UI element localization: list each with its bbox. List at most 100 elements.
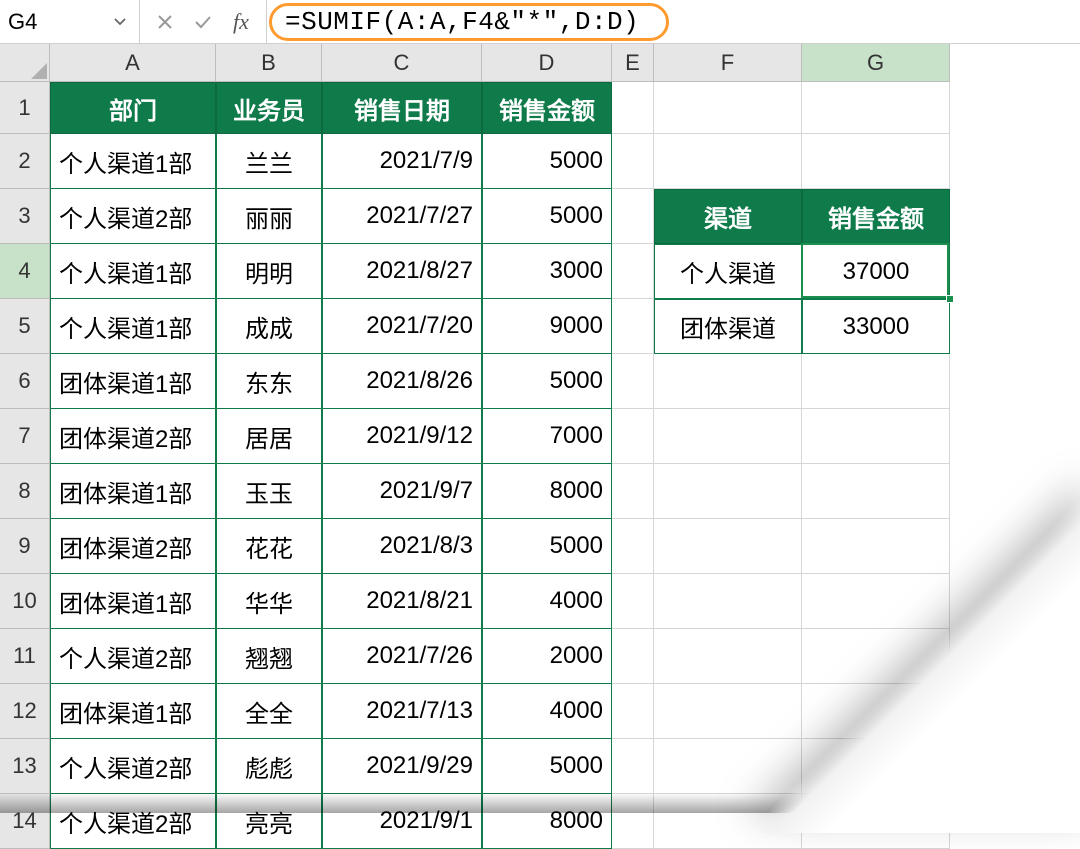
cell-A2[interactable]: 个人渠道1部 xyxy=(50,134,216,189)
cell-G7[interactable] xyxy=(802,409,950,464)
cell-E2[interactable] xyxy=(612,134,654,189)
select-all-corner[interactable] xyxy=(0,44,50,82)
cell-E6[interactable] xyxy=(612,354,654,409)
cell-A3[interactable]: 个人渠道2部 xyxy=(50,189,216,244)
row-header-14[interactable]: 14 xyxy=(0,794,50,849)
row-header-4[interactable]: 4 xyxy=(0,244,50,299)
cell-A11[interactable]: 个人渠道2部 xyxy=(50,629,216,684)
cell-G8[interactable] xyxy=(802,464,950,519)
cell-G11[interactable] xyxy=(802,629,950,684)
cell-B4[interactable]: 明明 xyxy=(216,244,322,299)
header-amount[interactable]: 销售金额 xyxy=(482,82,612,134)
cell-A5[interactable]: 个人渠道1部 xyxy=(50,299,216,354)
col-header-C[interactable]: C xyxy=(322,44,482,82)
cancel-button[interactable] xyxy=(147,6,183,38)
cell-F10[interactable] xyxy=(654,574,802,629)
cell-G4[interactable]: 37000 xyxy=(802,244,950,299)
cell-G6[interactable] xyxy=(802,354,950,409)
cell-G2[interactable] xyxy=(802,134,950,189)
cell-D12[interactable]: 4000 xyxy=(482,684,612,739)
fill-handle[interactable] xyxy=(946,295,954,303)
cell-F4[interactable]: 个人渠道 xyxy=(654,244,802,299)
cell-A10[interactable]: 团体渠道1部 xyxy=(50,574,216,629)
enter-button[interactable] xyxy=(185,6,221,38)
cell-D11[interactable]: 2000 xyxy=(482,629,612,684)
row-header-7[interactable]: 7 xyxy=(0,409,50,464)
cell-B2[interactable]: 兰兰 xyxy=(216,134,322,189)
cell-F12[interactable] xyxy=(654,684,802,739)
col-header-G[interactable]: G xyxy=(802,44,950,82)
cell-F6[interactable] xyxy=(654,354,802,409)
row-header-3[interactable]: 3 xyxy=(0,189,50,244)
cell-C11[interactable]: 2021/7/26 xyxy=(322,629,482,684)
cell-C6[interactable]: 2021/8/26 xyxy=(322,354,482,409)
row-header-11[interactable]: 11 xyxy=(0,629,50,684)
cell-F1[interactable] xyxy=(654,82,802,134)
cell-A8[interactable]: 团体渠道1部 xyxy=(50,464,216,519)
cell-D4[interactable]: 3000 xyxy=(482,244,612,299)
cell-F5[interactable]: 团体渠道 xyxy=(654,299,802,354)
col-header-F[interactable]: F xyxy=(654,44,802,82)
cell-G13[interactable] xyxy=(802,739,950,794)
cell-C8[interactable]: 2021/9/7 xyxy=(322,464,482,519)
cell-C10[interactable]: 2021/8/21 xyxy=(322,574,482,629)
cell-E3[interactable] xyxy=(612,189,654,244)
cell-D10[interactable]: 4000 xyxy=(482,574,612,629)
cell-C3[interactable]: 2021/7/27 xyxy=(322,189,482,244)
cell-G5[interactable]: 33000 xyxy=(802,299,950,354)
header-date[interactable]: 销售日期 xyxy=(322,82,482,134)
cell-B11[interactable]: 翘翘 xyxy=(216,629,322,684)
cell-E7[interactable] xyxy=(612,409,654,464)
cell-E10[interactable] xyxy=(612,574,654,629)
spreadsheet-grid[interactable]: A B C D E F G 1 部门 业务员 销售日期 销售金额 2 个人渠道1… xyxy=(0,44,1080,849)
cell-E9[interactable] xyxy=(612,519,654,574)
cell-D8[interactable]: 8000 xyxy=(482,464,612,519)
cell-D5[interactable]: 9000 xyxy=(482,299,612,354)
row-header-5[interactable]: 5 xyxy=(0,299,50,354)
cell-A6[interactable]: 团体渠道1部 xyxy=(50,354,216,409)
col-header-E[interactable]: E xyxy=(612,44,654,82)
cell-C14[interactable]: 2021/9/1 xyxy=(322,794,482,849)
cell-A9[interactable]: 团体渠道2部 xyxy=(50,519,216,574)
row-header-1[interactable]: 1 xyxy=(0,82,50,134)
cell-B14[interactable]: 亮亮 xyxy=(216,794,322,849)
cell-B12[interactable]: 全全 xyxy=(216,684,322,739)
row-header-8[interactable]: 8 xyxy=(0,464,50,519)
cell-B8[interactable]: 玉玉 xyxy=(216,464,322,519)
cell-E14[interactable] xyxy=(612,794,654,849)
cell-B7[interactable]: 居居 xyxy=(216,409,322,464)
cell-F11[interactable] xyxy=(654,629,802,684)
col-header-A[interactable]: A xyxy=(50,44,216,82)
row-header-10[interactable]: 10 xyxy=(0,574,50,629)
cell-E8[interactable] xyxy=(612,464,654,519)
insert-function-button[interactable]: fx xyxy=(223,6,259,38)
cell-E12[interactable] xyxy=(612,684,654,739)
cell-E11[interactable] xyxy=(612,629,654,684)
cell-B3[interactable]: 丽丽 xyxy=(216,189,322,244)
cell-A13[interactable]: 个人渠道2部 xyxy=(50,739,216,794)
row-header-6[interactable]: 6 xyxy=(0,354,50,409)
row-header-9[interactable]: 9 xyxy=(0,519,50,574)
cell-C4[interactable]: 2021/8/27 xyxy=(322,244,482,299)
cell-F13[interactable] xyxy=(654,739,802,794)
header-salesperson[interactable]: 业务员 xyxy=(216,82,322,134)
cell-A4[interactable]: 个人渠道1部 xyxy=(50,244,216,299)
cell-D14[interactable]: 8000 xyxy=(482,794,612,849)
cell-D7[interactable]: 7000 xyxy=(482,409,612,464)
cell-E5[interactable] xyxy=(612,299,654,354)
cell-A12[interactable]: 团体渠道1部 xyxy=(50,684,216,739)
cell-D13[interactable]: 5000 xyxy=(482,739,612,794)
cell-B13[interactable]: 彪彪 xyxy=(216,739,322,794)
cell-C5[interactable]: 2021/7/20 xyxy=(322,299,482,354)
header-department[interactable]: 部门 xyxy=(50,82,216,134)
col-header-D[interactable]: D xyxy=(482,44,612,82)
cell-B10[interactable]: 华华 xyxy=(216,574,322,629)
cell-C13[interactable]: 2021/9/29 xyxy=(322,739,482,794)
summary-header-amount[interactable]: 销售金额 xyxy=(802,189,950,244)
cell-E4[interactable] xyxy=(612,244,654,299)
cell-B5[interactable]: 成成 xyxy=(216,299,322,354)
name-box-dropdown-icon[interactable] xyxy=(109,11,131,33)
cell-G1[interactable] xyxy=(802,82,950,134)
cell-G9[interactable] xyxy=(802,519,950,574)
row-header-2[interactable]: 2 xyxy=(0,134,50,189)
